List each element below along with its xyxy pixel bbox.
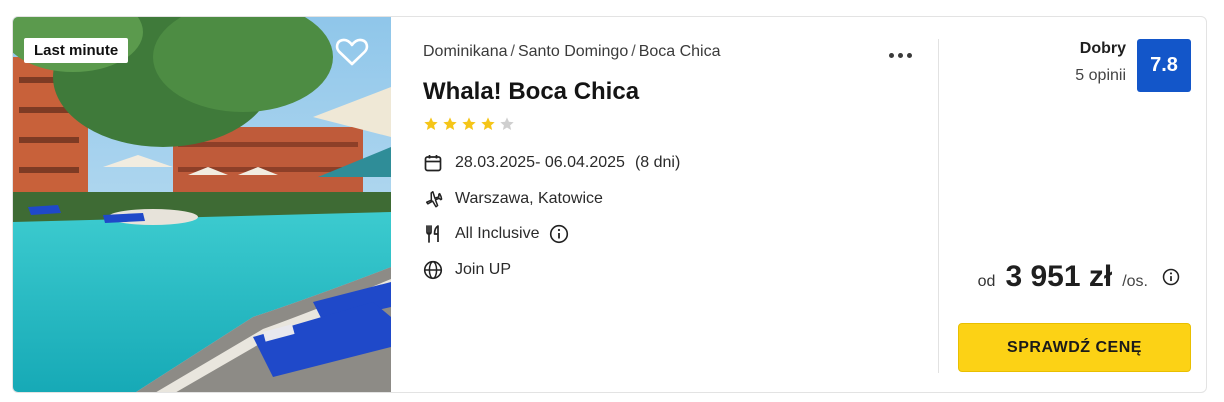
calendar-icon <box>423 153 443 173</box>
travel-duration: (8 dni) <box>634 154 681 171</box>
more-icon[interactable] <box>885 49 916 62</box>
star-icon <box>480 116 496 132</box>
departure-cities: Warszawa, Katowice <box>455 190 603 207</box>
info-icon[interactable] <box>1162 268 1180 286</box>
cutlery-icon <box>423 224 443 244</box>
star-icon <box>442 116 458 132</box>
price-block: od 3 951 zł /os. <box>978 260 1180 294</box>
breadcrumb-separator: / <box>631 43 636 60</box>
info-icon[interactable] <box>549 224 569 244</box>
star-icon <box>499 116 515 132</box>
price-prefix: od <box>977 273 996 290</box>
reviews-count[interactable]: 5 opinii <box>1075 67 1126 85</box>
departure-row: Warszawa, Katowice <box>423 189 603 209</box>
breadcrumb-region[interactable]: Santo Domingo <box>518 43 628 60</box>
price-amount: 3 951 zł <box>1005 260 1113 293</box>
hotel-name[interactable]: Whala! Boca Chica <box>423 78 639 106</box>
breadcrumb: Dominikana / Santo Domingo / Boca Chica <box>423 43 721 61</box>
breadcrumb-city[interactable]: Boca Chica <box>639 43 721 60</box>
hotel-stars <box>423 116 515 132</box>
star-icon <box>461 116 477 132</box>
star-icon <box>423 116 439 132</box>
tour-operator: Join UP <box>455 261 512 278</box>
globe-icon <box>423 260 443 280</box>
plane-icon <box>423 189 443 209</box>
board-type: All Inclusive <box>455 225 540 242</box>
rating-score: 7.8 <box>1137 39 1191 92</box>
board-row: All Inclusive <box>423 224 569 244</box>
operator-row: Join UP <box>423 260 511 280</box>
heart-icon[interactable] <box>335 37 369 67</box>
divider <box>938 39 939 373</box>
breadcrumb-separator: / <box>510 43 515 60</box>
hotel-photo[interactable]: Last minute <box>13 17 391 392</box>
rating-label: Dobry <box>1079 40 1126 57</box>
offer-card[interactable]: Last minute Dominikana / Santo Domingo / Boc… <box>12 16 1207 393</box>
breadcrumb-country[interactable]: Dominikana <box>423 43 507 60</box>
price-per-person: /os. <box>1122 273 1148 290</box>
check-price-button[interactable]: SPRAWDŹ CENĘ <box>958 323 1191 372</box>
travel-dates: 28.03.2025- 06.04.2025 <box>455 154 625 171</box>
last-minute-badge: Last minute <box>24 38 129 63</box>
hotel-photo-illustration <box>13 17 391 392</box>
dates-row: 28.03.2025- 06.04.2025 (8 dni) <box>423 153 680 173</box>
offer-info: Dominikana / Santo Domingo / Boca Chica Whal… <box>423 17 923 392</box>
